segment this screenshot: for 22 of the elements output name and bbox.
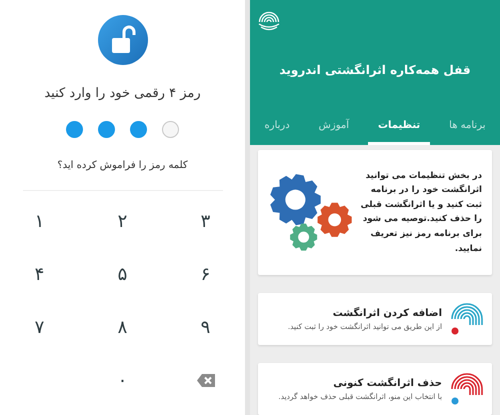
key-button[interactable]: ۵ [114,264,132,286]
fingerprint-icon [450,301,484,337]
forgot-password-link[interactable]: کلمه رمز را فراموش کرده اید؟ [57,158,188,173]
key-button[interactable]: ۲ [114,210,132,232]
key-button[interactable]: ۷ [30,316,48,338]
fingerprint-icon [450,371,484,407]
key-button[interactable]: ۴ [30,264,48,286]
unlock-icon [98,15,148,65]
backspace-icon[interactable] [196,374,214,387]
key-button[interactable]: ۹ [196,316,214,338]
tab[interactable]: تنظیمات [368,108,430,145]
pin-prompt: رمز ۴ رقمی خود را وارد کنید [44,85,201,104]
option-title: اضافه کردن اثرانگشت [332,306,442,321]
key-button[interactable]: ۱ [30,210,48,232]
key-button[interactable]: ۰ [114,370,132,392]
fingerprint-icon [258,10,280,32]
intro-text: در بخش تنظیمات می توانید اثرانگشت خود را در برنامه ثبت کنید و یا اثرانگشت قبلی را حذف کنید.توصیه می شود برای برنامه رمز نیز تعریف نمایید. [360,170,482,256]
app-title: قفل همه‌کاره اثرانگشتی اندروید [278,62,472,80]
key-button[interactable]: ۶ [196,264,214,286]
key-button[interactable]: ۳ [196,210,214,232]
option-title: حذف اثرانگشت کنونی [332,376,442,391]
key-button[interactable]: ۸ [114,316,132,338]
